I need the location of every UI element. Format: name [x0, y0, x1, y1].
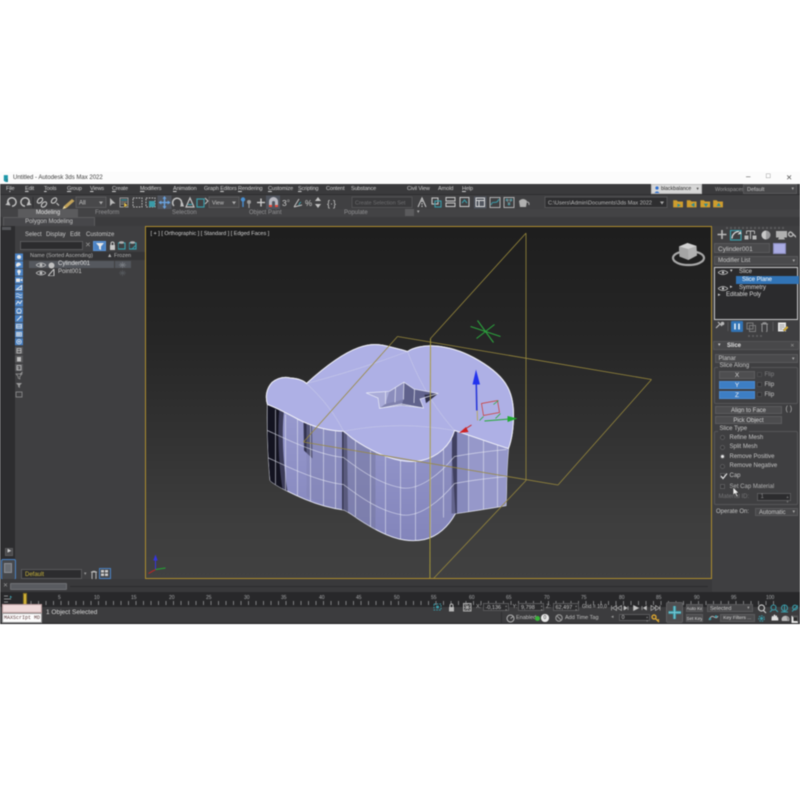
- svg-text:All: All: [79, 200, 86, 206]
- svg-text:{·}: {·}: [327, 198, 336, 208]
- svg-text:%: %: [305, 199, 312, 208]
- svg-text:o: o: [287, 198, 290, 203]
- svg-text:[ + ] [ Orthographic ] [ Stand: [ + ] [ Orthographic ] [ Standard ] [ Ed…: [150, 231, 269, 237]
- svg-text:Create Selection Set: Create Selection Set: [355, 200, 406, 206]
- svg-text:C:\Users\Admin\Documents\3ds M: C:\Users\Admin\Documents\3ds Max 2022: [548, 200, 652, 206]
- svg-text:View: View: [212, 200, 224, 206]
